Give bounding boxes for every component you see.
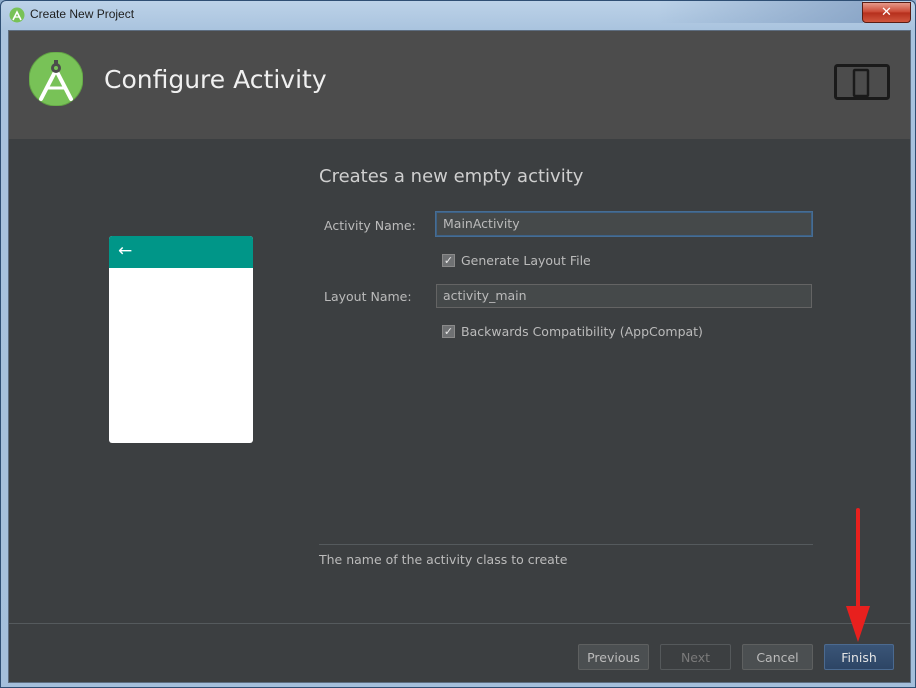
window-title: Create New Project [30,7,135,21]
android-studio-icon [9,7,25,23]
generate-layout-checkbox[interactable]: ✓ [442,254,455,267]
background-window-blur [657,1,863,23]
activity-name-field[interactable]: MainActivity [436,212,812,236]
backwards-compat-label[interactable]: Backwards Compatibility (AppCompat) [461,324,703,339]
footer-divider [9,623,910,624]
cancel-button[interactable]: Cancel [742,644,813,670]
layout-name-field[interactable]: activity_main [436,284,812,308]
title-bar[interactable]: Create New Project ✕ [1,1,915,30]
generate-layout-label[interactable]: Generate Layout File [461,253,591,268]
close-button[interactable]: ✕ [862,2,911,23]
finish-button[interactable]: Finish [824,644,894,670]
activity-name-label: Activity Name: [324,218,416,233]
help-divider [319,544,813,545]
android-studio-logo-icon [29,52,83,106]
preview-app-bar: ← [109,236,253,268]
page-title: Configure Activity [104,65,327,94]
dialog-window: Create New Project ✕ Configure Activity [0,0,916,688]
backwards-compat-checkbox[interactable]: ✓ [442,325,455,338]
activity-preview: ← [109,236,253,443]
activity-description: Creates a new empty activity [319,166,584,187]
help-text: The name of the activity class to create [319,552,568,567]
back-arrow-icon: ← [118,241,133,261]
previous-button[interactable]: Previous [578,644,649,670]
dialog-content: Configure Activity ← Creates a new empty… [8,30,911,683]
next-button[interactable]: Next [660,644,731,670]
layout-name-label: Layout Name: [324,289,412,304]
phone-tablet-icon [834,64,890,100]
header-banner: Configure Activity [9,31,910,139]
